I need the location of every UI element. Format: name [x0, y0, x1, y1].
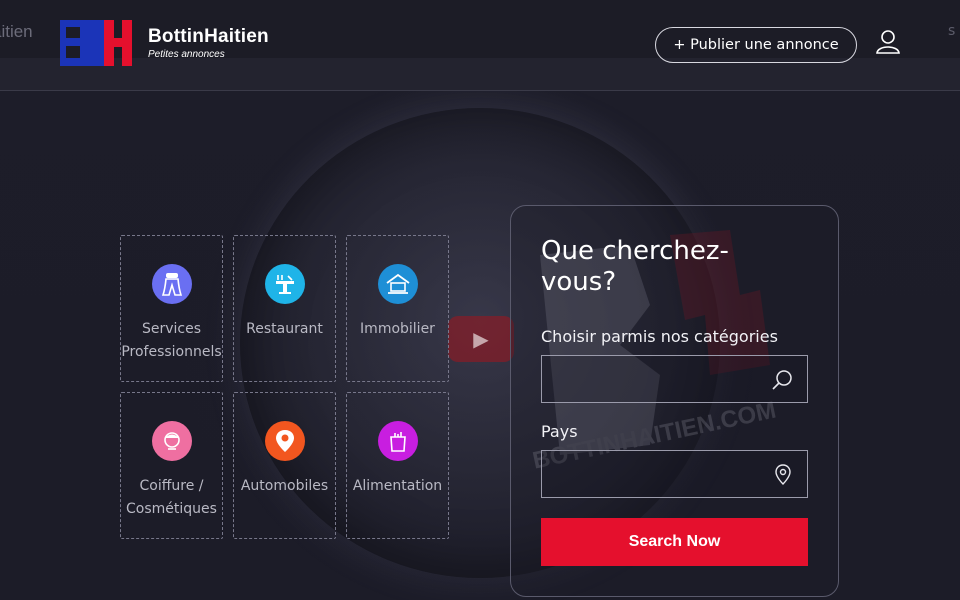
category-tile-coiffure[interactable]: Coiffure / Cosmétiques — [120, 392, 223, 539]
category-label: Services Professionnels — [121, 321, 222, 360]
category-label: Coiffure / Cosmétiques — [126, 478, 217, 517]
search-title: Que cherchez-vous? — [541, 236, 729, 297]
publish-ad-button[interactable]: + Publier une annonce — [655, 27, 857, 63]
category-tile-immobilier[interactable]: Immobilier — [346, 235, 449, 382]
logo-name: BottinHaitien — [148, 26, 269, 47]
search-panel: Que cherchez-vous? Choisir parmis nos ca… — [510, 205, 839, 597]
country-field-label: Pays — [541, 422, 578, 441]
category-label: Alimentation — [352, 478, 443, 494]
category-label: Restaurant — [246, 321, 323, 337]
category-tile-restaurant[interactable]: Restaurant — [233, 235, 336, 382]
play-icon: ▶ — [473, 327, 489, 351]
category-label: Automobiles — [240, 478, 329, 494]
category-field-label: Choisir parmis nos catégories — [541, 327, 778, 346]
category-input[interactable] — [542, 356, 807, 402]
site-header: aitien s BottinHaitien Petites annonces … — [0, 0, 960, 91]
logo-mark-icon — [60, 20, 132, 66]
category-tile-alimentation[interactable]: Alimentation — [346, 392, 449, 539]
category-tile-automobiles[interactable]: Automobiles — [233, 392, 336, 539]
house-icon — [377, 264, 418, 304]
grocery-bag-icon — [377, 421, 418, 461]
search-now-button[interactable]: Search Now — [541, 518, 808, 566]
user-icon[interactable] — [875, 29, 901, 55]
country-input[interactable] — [542, 451, 807, 497]
category-select[interactable] — [541, 355, 808, 403]
location-pin-icon — [775, 464, 791, 485]
logo-tagline: Petites annonces — [148, 49, 225, 60]
search-icon — [772, 370, 792, 390]
beauty-icon — [151, 421, 192, 461]
video-play-button[interactable]: ▶ — [448, 316, 514, 362]
ghost-slide-text-right: s — [948, 23, 956, 39]
site-logo[interactable]: BottinHaitien Petites annonces — [60, 20, 269, 66]
ghost-slide-text: aitien — [0, 22, 33, 41]
category-tile-services[interactable]: Services Professionnels — [120, 235, 223, 382]
location-pin-icon — [264, 421, 305, 461]
category-label: Immobilier — [360, 321, 435, 337]
professional-icon — [151, 264, 192, 304]
country-select[interactable] — [541, 450, 808, 498]
restaurant-icon — [264, 264, 305, 304]
